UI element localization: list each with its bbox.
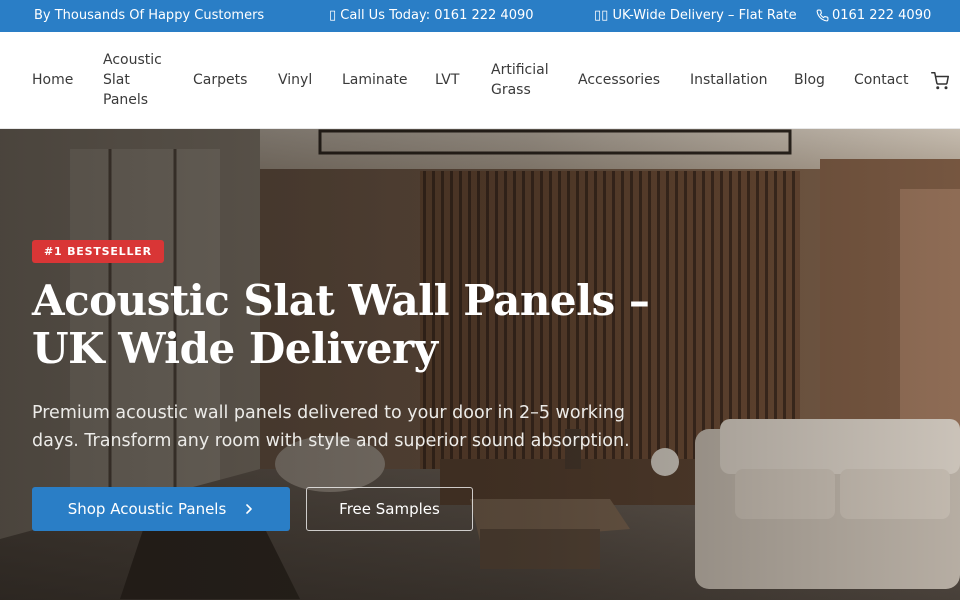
nav-item-lvt[interactable]: LVT — [435, 70, 459, 90]
nav-item-blog[interactable]: Blog — [794, 70, 825, 90]
nav-item-artificial-grass[interactable]: Artificial Grass — [491, 60, 561, 100]
shop-button-label: Shop Acoustic Panels — [67, 500, 227, 518]
nav-item-accessories[interactable]: Accessories — [578, 70, 660, 90]
shop-acoustic-panels-button[interactable]: Shop Acoustic Panels — [32, 487, 290, 531]
free-samples-button[interactable]: Free Samples — [306, 487, 473, 531]
top-announcement-bar: By Thousands Of Happy Customers ▯ Call U… — [0, 0, 960, 32]
nav-item-installation[interactable]: Installation — [690, 70, 768, 90]
happy-customers-text: By Thousands Of Happy Customers — [34, 8, 265, 23]
chevron-right-icon — [246, 504, 253, 514]
nav-item-carpets[interactable]: Carpets — [193, 70, 247, 90]
nav-item-laminate[interactable]: Laminate — [342, 70, 407, 90]
nav-item-contact[interactable]: Contact — [854, 70, 908, 90]
hero-section: #1 BESTSELLER Acoustic Slat Wall Panels … — [0, 129, 960, 600]
main-navigation: Home Acoustic Slat Panels Carpets Vinyl … — [0, 32, 960, 129]
nav-item-home[interactable]: Home — [32, 70, 73, 90]
delivery-text: ▯▯ UK-Wide Delivery – Flat Rate — [594, 8, 797, 23]
phone-icon — [816, 9, 829, 22]
call-us-text[interactable]: ▯ Call Us Today: 0161 222 4090 — [329, 8, 534, 23]
hero-title: Acoustic Slat Wall Panels – UK Wide Deli… — [32, 276, 650, 373]
cart-icon[interactable] — [931, 72, 949, 90]
bestseller-badge: #1 BESTSELLER — [32, 240, 164, 263]
nav-item-acoustic-slat-panels[interactable]: Acoustic Slat Panels — [103, 50, 173, 110]
phone-link[interactable]: 0161 222 4090 — [816, 8, 931, 23]
hero-subtitle: Premium acoustic wall panels delivered t… — [32, 403, 630, 451]
nav-item-vinyl[interactable]: Vinyl — [278, 70, 312, 90]
phone-number: 0161 222 4090 — [832, 8, 932, 23]
samples-button-label: Free Samples — [339, 500, 440, 518]
